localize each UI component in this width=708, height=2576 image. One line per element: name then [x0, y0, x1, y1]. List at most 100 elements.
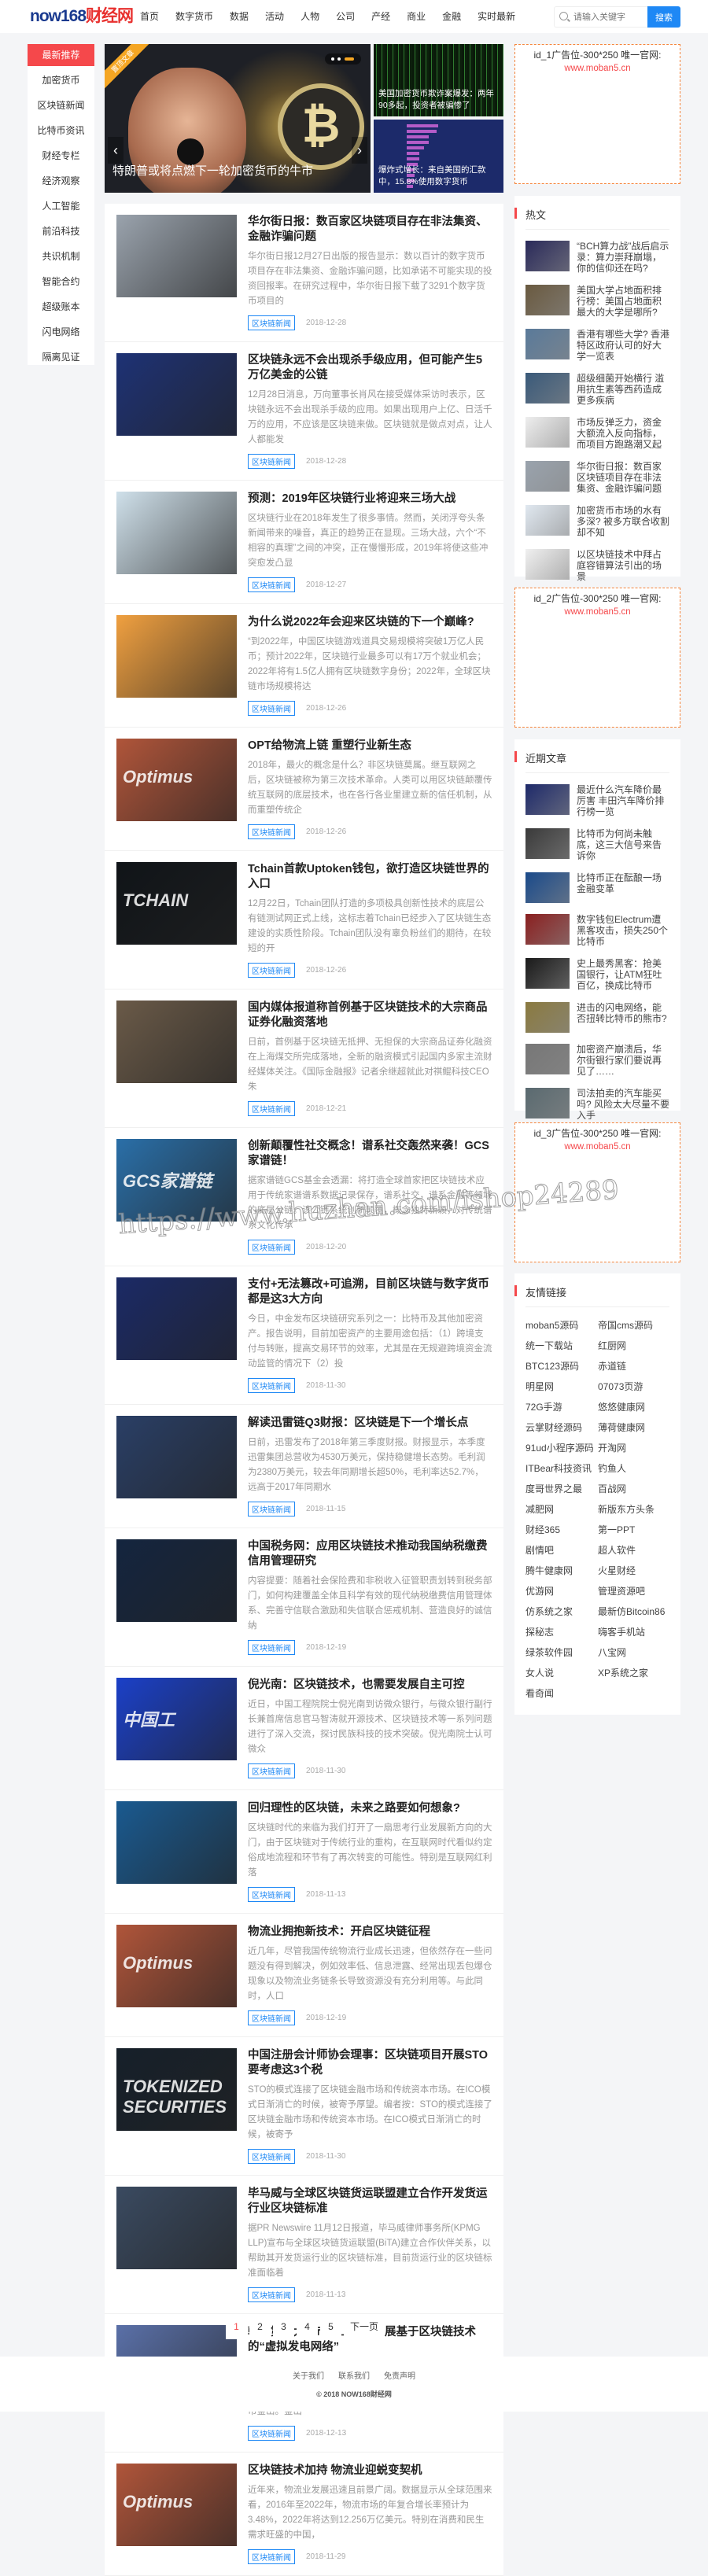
category-item[interactable]: 闪电网络: [28, 319, 94, 345]
item-title[interactable]: 比特币正在酝酿一场金融变革: [577, 872, 669, 903]
item-thumbnail[interactable]: [525, 329, 570, 359]
category-tag[interactable]: 区块链新闻: [248, 1887, 295, 1902]
friend-link[interactable]: 帝国cms源码: [598, 1315, 670, 1336]
friend-link[interactable]: 薄荷健康网: [598, 1417, 670, 1438]
article-thumbnail[interactable]: [116, 353, 237, 436]
footer-link[interactable]: 免责声明: [384, 2372, 415, 2381]
recent-item[interactable]: 司法拍卖的汽车能买吗? 风险太大尽量不要入手: [525, 1088, 669, 1121]
category-tag[interactable]: 区块链新闻: [248, 2426, 295, 2441]
item-title[interactable]: 司法拍卖的汽车能买吗? 风险太大尽量不要入手: [577, 1088, 669, 1121]
friend-link[interactable]: 减肥网: [525, 1499, 598, 1520]
category-item[interactable]: 最新推荐: [28, 44, 94, 66]
item-title[interactable]: 华尔街日报：数百家区块链项目存在非法集资、金融诈骗问题: [577, 461, 669, 494]
friend-link[interactable]: moban5源码: [525, 1315, 598, 1336]
category-tag[interactable]: 区块链新闻: [248, 824, 295, 839]
friend-link[interactable]: 云掌财经源码: [525, 1417, 598, 1438]
friend-link[interactable]: 剧情吧: [525, 1540, 598, 1561]
item-thumbnail[interactable]: [525, 461, 570, 492]
friend-link[interactable]: 探秘志: [525, 1622, 598, 1642]
slider-dot-active[interactable]: [345, 57, 354, 61]
article-title[interactable]: 国内媒体报道称首例基于区块链技术的大宗商品证券化融资落地: [248, 1001, 492, 1030]
category-item[interactable]: 共识机制: [28, 244, 94, 269]
article-thumbnail[interactable]: [116, 2187, 237, 2269]
friend-link[interactable]: 统一下载站: [525, 1336, 598, 1356]
nav-item[interactable]: 金融: [442, 0, 461, 33]
recent-item[interactable]: 加密资产崩溃后，华尔街银行家们要说再见了……: [525, 1044, 669, 1077]
recent-item[interactable]: 进击的闪电网络，能否扭转比特币的熊市?: [525, 1002, 669, 1033]
article-thumbnail[interactable]: Optimus: [116, 2464, 237, 2546]
next-page-button[interactable]: 下一页: [344, 2315, 385, 2339]
item-title[interactable]: 比特币为何尚未触底，这三大信号来告诉你: [577, 828, 669, 861]
article-thumbnail[interactable]: GCS家谱链: [116, 1139, 237, 1222]
article-thumbnail[interactable]: [116, 492, 237, 574]
category-tag[interactable]: 区块链新闻: [248, 2149, 295, 2164]
slider-dots[interactable]: [325, 53, 361, 64]
side-caption[interactable]: 美国加密货币欺诈案爆发：两年90多起，投资者被骗惨了: [378, 88, 499, 112]
slider-prev-button[interactable]: ‹: [108, 137, 124, 164]
friend-link[interactable]: 百战网: [598, 1479, 670, 1499]
friend-link[interactable]: 72G手游: [525, 1397, 598, 1417]
ad-url[interactable]: www.moban5.cn: [515, 64, 680, 73]
article-thumbnail[interactable]: TOKENIZED SECURITIES: [116, 2048, 237, 2131]
category-item[interactable]: 隔离见证: [28, 345, 94, 370]
nav-item[interactable]: 公司: [336, 0, 355, 33]
friend-link[interactable]: 腾牛健康网: [525, 1561, 598, 1581]
recent-item[interactable]: 比特币正在酝酿一场金融变革: [525, 872, 669, 903]
article-thumbnail[interactable]: TCHAIN: [116, 862, 237, 945]
friend-link[interactable]: 绿茶软件园: [525, 1642, 598, 1663]
footer-link[interactable]: 联系我们: [338, 2372, 370, 2381]
friend-link[interactable]: 红厨网: [598, 1336, 670, 1356]
friend-link[interactable]: 优游网: [525, 1581, 598, 1601]
category-tag[interactable]: 区块链新闻: [248, 1763, 295, 1778]
friend-link[interactable]: 开淘网: [598, 1438, 670, 1458]
category-tag[interactable]: 区块链新闻: [248, 2287, 295, 2302]
article-thumbnail[interactable]: Optimus: [116, 739, 237, 821]
item-title[interactable]: 超级细菌开始横行 滥用抗生素等西药造成更多疾病: [577, 373, 669, 406]
item-title[interactable]: 进击的闪电网络，能否扭转比特币的熊市?: [577, 1002, 669, 1033]
article-title[interactable]: 区块链技术加持 物流业迎蜕变契机: [248, 2464, 492, 2478]
category-tag[interactable]: 区块链新闻: [248, 1101, 295, 1116]
hot-item[interactable]: 美国大学占地面积排行榜：美国占地面积最大的大学是哪所?: [525, 285, 669, 318]
slider-dot[interactable]: [331, 57, 334, 61]
item-title[interactable]: 美国大学占地面积排行榜：美国占地面积最大的大学是哪所?: [577, 285, 669, 318]
ad-slot-1[interactable]: id_1广告位-300*250 唯一官网: www.moban5.cn: [514, 44, 680, 184]
hot-item[interactable]: 以区块链技术中拜占庭容错算法引出的场景: [525, 549, 669, 582]
item-title[interactable]: 以区块链技术中拜占庭容错算法引出的场景: [577, 549, 669, 582]
page-link[interactable]: 2: [249, 2315, 271, 2339]
slider-dot[interactable]: [337, 57, 341, 61]
item-thumbnail[interactable]: [525, 784, 570, 815]
friend-link[interactable]: 超人软件: [598, 1540, 670, 1561]
hot-item[interactable]: “BCH算力战”战后启示录：算力崇拜崩塌，你的信仰还在吗?: [525, 241, 669, 274]
category-item[interactable]: 区块链新闻: [28, 93, 94, 118]
ad-url[interactable]: www.moban5.cn: [515, 1142, 680, 1152]
category-tag[interactable]: 区块链新闻: [248, 454, 295, 469]
category-tag[interactable]: 区块链新闻: [248, 315, 295, 330]
nav-item[interactable]: 人物: [301, 0, 319, 33]
featured-side-2[interactable]: 爆炸式增长：来自美国的汇款中，15.8%使用数字货币: [374, 120, 503, 193]
item-title[interactable]: 加密资产崩溃后，华尔街银行家们要说再见了……: [577, 1044, 669, 1077]
friend-link[interactable]: 91ud小程序源码: [525, 1438, 598, 1458]
friend-link[interactable]: XP系统之家: [598, 1663, 670, 1683]
article-title[interactable]: 解读迅雷链Q3财报：区块链是下一个增长点: [248, 1416, 492, 1431]
item-thumbnail[interactable]: [525, 914, 570, 945]
item-thumbnail[interactable]: [525, 417, 570, 448]
nav-item[interactable]: 数据: [230, 0, 249, 33]
category-item[interactable]: 比特币资讯: [28, 118, 94, 143]
nav-item[interactable]: 首页: [140, 0, 159, 33]
hot-item[interactable]: 超级细菌开始横行 滥用抗生素等西药造成更多疾病: [525, 373, 669, 406]
search-input[interactable]: [573, 10, 644, 24]
article-thumbnail[interactable]: 中国工: [116, 1678, 237, 1760]
slide-caption[interactable]: 特朗普或将点燃下一轮加密货币的牛市: [112, 162, 313, 179]
category-item[interactable]: 人工智能: [28, 193, 94, 219]
nav-item[interactable]: 数字货币: [175, 0, 213, 33]
item-title[interactable]: 史上最秀黑客：抢美国银行，让ATM狂吐百亿，换成比特币: [577, 958, 669, 991]
article-thumbnail[interactable]: [116, 1001, 237, 1083]
friend-link[interactable]: 女人说: [525, 1663, 598, 1683]
item-thumbnail[interactable]: [525, 285, 570, 315]
article-title[interactable]: 为什么说2022年会迎来区块链的下一个巅峰?: [248, 615, 492, 630]
nav-item[interactable]: 商业: [407, 0, 426, 33]
friend-link[interactable]: 看奇闻: [525, 1683, 598, 1704]
featured-side-1[interactable]: 美国加密货币欺诈案爆发：两年90多起，投资者被骗惨了: [374, 44, 503, 116]
article-thumbnail[interactable]: Optimus: [116, 1925, 237, 2007]
article-title[interactable]: 支付+无法篡改+可追溯，目前区块链与数字货币都是这3大方向: [248, 1277, 492, 1307]
